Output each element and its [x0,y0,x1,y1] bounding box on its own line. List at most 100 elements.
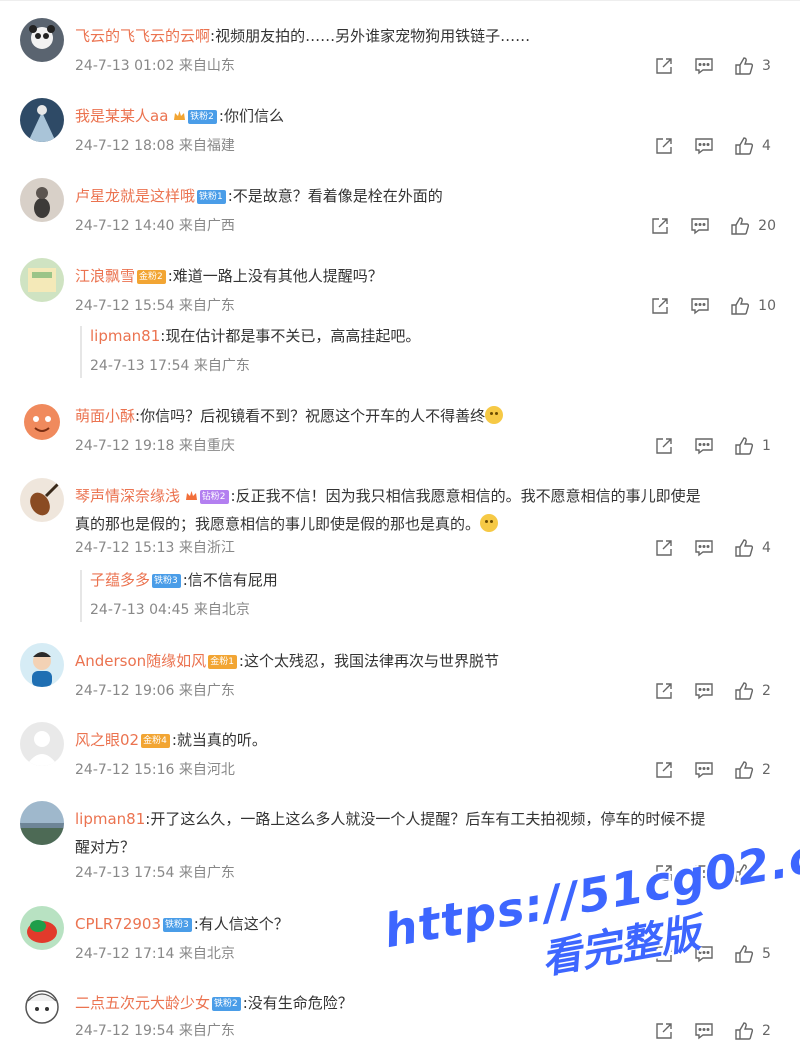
comment-meta: 24-7-12 19:06 来自广东 [75,681,235,701]
share-icon[interactable] [652,1020,676,1042]
comment-actions: 4 [652,134,776,158]
comment-body-continued: 真的那也是假的；我愿意相信的事儿即使是假的那也是真的。 [75,515,481,533]
comment-icon[interactable] [688,295,712,317]
like-icon[interactable] [732,1020,756,1042]
comment-icon[interactable] [692,55,716,77]
share-icon[interactable] [652,759,676,781]
comment-text: 我是某某人aa 铁粉2:你们信么 [75,102,780,130]
like-icon[interactable] [732,135,756,157]
comment-icon[interactable] [692,135,716,157]
comment-icon[interactable] [692,1020,716,1042]
comment-meta: 24-7-12 15:13 来自浙江 [75,538,235,558]
reply-item: 子蕴多多 铁粉3:信不信有屁用 24-7-13 04:45 来自北京 [80,570,780,622]
comment-body: :你们信么 [218,107,284,125]
username-link[interactable]: 卢星龙就是这样哦 [75,187,195,205]
like-count: 4 [762,540,771,556]
comment-icon[interactable] [692,759,716,781]
share-icon[interactable] [652,435,676,457]
avatar[interactable] [20,722,64,766]
avatar[interactable] [20,985,64,1029]
share-icon[interactable] [652,55,676,77]
comment-icon[interactable] [692,537,716,559]
avatar[interactable] [20,18,64,62]
fan-badge: 铁粉2 [212,997,241,1011]
comment-meta: 24-7-12 19:18 来自重庆 [75,436,235,456]
share-icon[interactable] [652,537,676,559]
fan-badge: 铁粉2 [188,110,217,124]
timestamp: 24-7-12 19:18 [75,438,175,454]
username-link[interactable]: lipman81 [90,327,160,345]
timestamp: 24-7-12 19:54 [75,1023,175,1039]
comment-text: 飞云的飞飞云的云啊:视频朋友拍的……另外谁家宠物狗用铁链子…… [75,22,780,50]
comment-icon[interactable] [692,435,716,457]
username-link[interactable]: CPLR72903 [75,915,161,933]
avatar[interactable] [20,258,64,302]
timestamp: 24-7-12 15:13 [75,540,175,556]
location: 来自福建 [178,138,235,154]
avatar[interactable] [20,643,64,687]
username-link[interactable]: 二点五次元大龄少女 [75,994,210,1012]
location: 来自浙江 [178,540,235,556]
comment-item: 飞云的飞飞云的云啊:视频朋友拍的……另外谁家宠物狗用铁链子…… 24-7-13 … [0,18,800,83]
username-link[interactable]: 我是某某人aa [75,107,168,125]
comment-icon[interactable] [688,215,712,237]
like-count: 10 [758,298,776,314]
comment-text: 琴声情深奈缘浅 钻粉2:反正我不信！因为我只相信我愿意相信的。我不愿意相信的事儿… [75,482,780,538]
username-link[interactable]: 子蕴多多 [90,571,150,589]
like-icon[interactable] [728,295,752,317]
avatar[interactable] [20,801,64,845]
like-count: 1 [762,438,771,454]
like-icon[interactable] [728,215,752,237]
username-link[interactable]: 江浪飘雪 [75,267,135,285]
share-icon[interactable] [652,135,676,157]
avatar[interactable] [20,98,64,142]
share-icon[interactable] [648,295,672,317]
top-divider [0,0,800,9]
share-icon[interactable] [652,680,676,702]
timestamp: 24-7-12 15:16 [75,762,175,778]
like-count: 2 [762,683,771,699]
comment-actions: 1 [652,434,776,458]
username-link[interactable]: 琴声情深奈缘浅 [75,487,180,505]
comment-body: :你信吗？后视镜看不到？祝愿这个开车的人不得善终 [135,407,486,425]
username-link[interactable]: Anderson随缘如风 [75,652,206,670]
fan-badge: 金粉1 [208,655,237,669]
fan-badge: 钻粉2 [199,490,229,504]
comment-actions: 3 [652,54,776,78]
username-link[interactable]: 风之眼02 [75,731,139,749]
username-link[interactable]: 飞云的飞飞云的云啊 [75,27,210,45]
comment-item: 江浪飘雪 金粉2:难道一路上没有其他人提醒吗？ 24-7-12 15:54 来自广… [0,258,800,378]
avatar[interactable] [20,178,64,222]
avatar[interactable] [20,478,64,522]
like-icon[interactable] [732,435,756,457]
comment-body: :开了这么久，一路上这么多人就没一个人提醒？后车有工夫拍视频，停车的时候不提 [145,810,706,828]
comment-body: :难道一路上没有其他人提醒吗？ [167,267,383,285]
location: 来自广东 [178,298,235,314]
comment-body: :反正我不信！因为我只相信我愿意相信的。我不愿意相信的事儿即使是 [230,487,701,505]
like-count: 4 [762,138,771,154]
share-icon[interactable] [648,215,672,237]
comment-item: 我是某某人aa 铁粉2:你们信么 24-7-12 18:08 来自福建 4 [0,98,800,163]
location: 来自广东 [178,1023,235,1039]
like-count: 20 [758,218,776,234]
comment-meta: 24-7-12 14:40 来自广西 [75,216,235,236]
avatar[interactable] [20,906,64,950]
timestamp: 24-7-12 17:14 [75,946,175,962]
comment-item: 卢星龙就是这样哦 铁粉1:不是故意？看着像是栓在外面的 24-7-12 14:40… [0,178,800,243]
comment-body: :视频朋友拍的……另外谁家宠物狗用铁链子…… [210,27,531,45]
like-icon[interactable] [732,537,756,559]
location: 来自河北 [178,762,235,778]
like-icon[interactable] [732,759,756,781]
like-icon[interactable] [732,680,756,702]
comment-meta: 24-7-13 17:54 来自广东 [75,863,235,883]
like-count: 2 [762,762,771,778]
username-link[interactable]: 萌面小酥 [75,407,135,425]
location: 来自北京 [193,602,250,618]
crown-icon [185,491,197,500]
cat-emoji-icon [480,514,499,532]
like-icon[interactable] [732,55,756,77]
comment-actions: 4 [652,536,776,560]
username-link[interactable]: lipman81 [75,810,145,828]
avatar[interactable] [20,398,64,442]
comment-icon[interactable] [692,680,716,702]
